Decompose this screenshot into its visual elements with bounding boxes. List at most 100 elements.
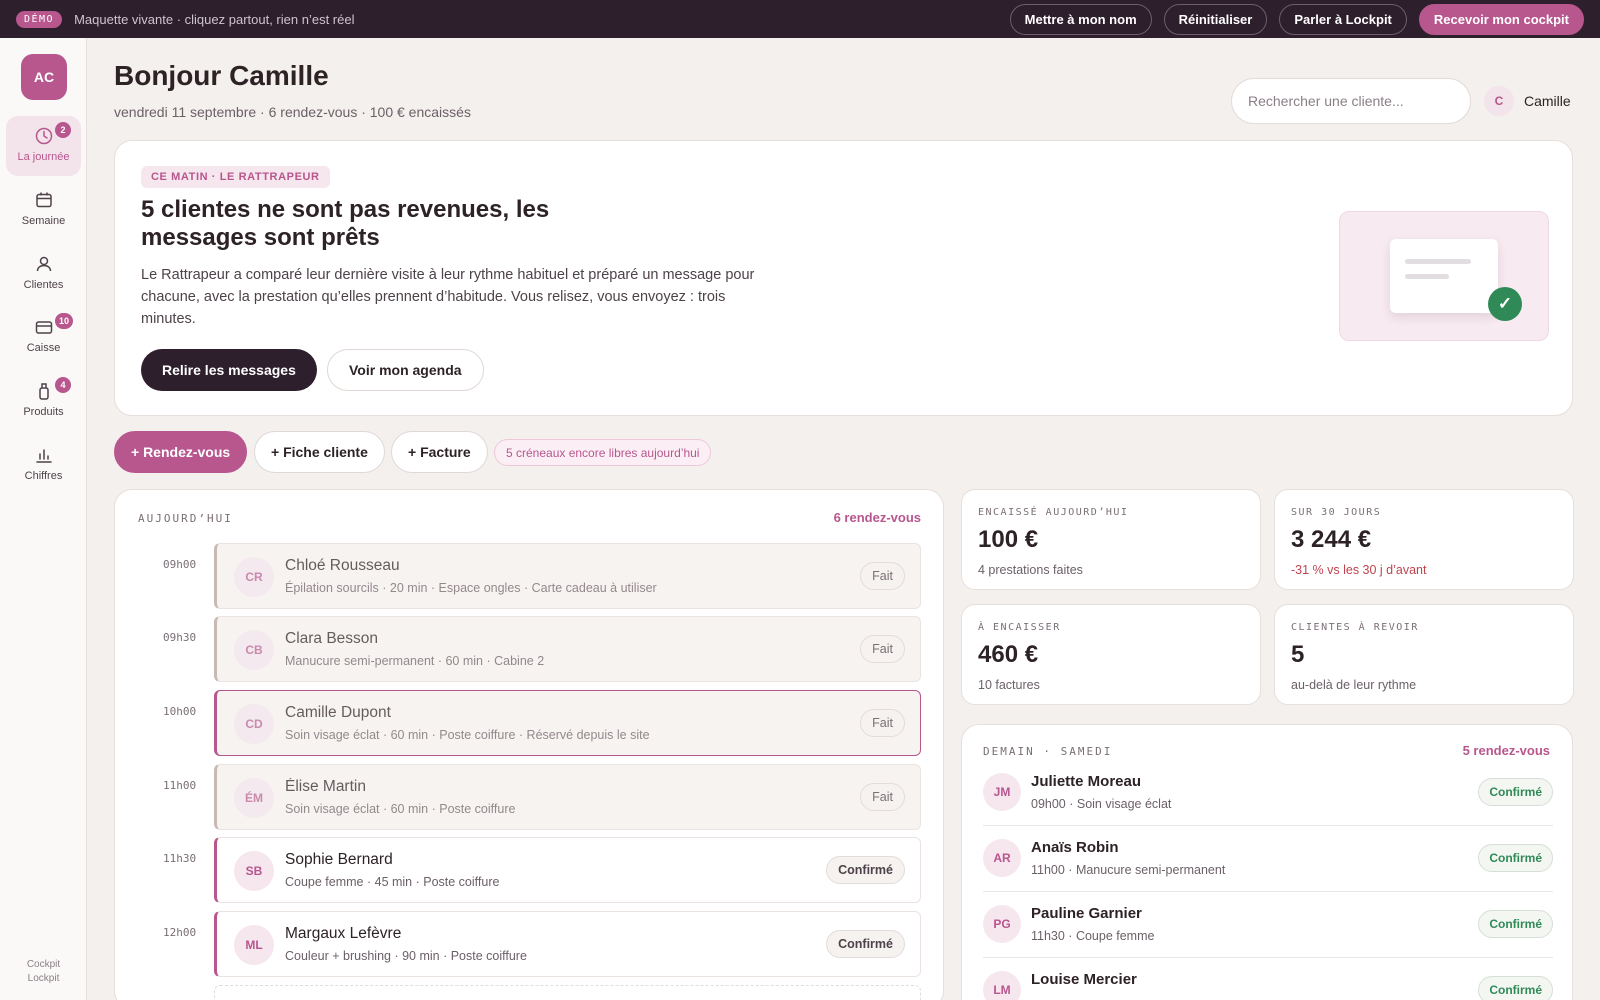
sidebar-item-journee[interactable]: 2 La journée [6,116,81,176]
illustration-line [1405,274,1449,279]
sidebar-item-label: Chiffres [24,470,63,482]
kpi-label: SUR 30 JOURS [1291,507,1382,518]
new-client-button[interactable]: + Fiche cliente [254,431,385,473]
list-item[interactable]: AR Anaïs Robin 11h00 · Manucure semi-per… [983,826,1553,892]
status-badge[interactable]: Fait [860,783,905,811]
footer-line: Cockpit [26,959,61,970]
message-illustration: ✓ [1339,211,1549,341]
slot-time: 10h00 [163,705,197,718]
slot-time: 11h30 [163,852,197,865]
reset-button[interactable]: Réinitialiser [1163,3,1268,35]
client-name: Anaïs Robin [1031,839,1119,856]
day-summary: vendredi 11 septembre · 6 rendez-vous · … [114,104,471,120]
kpi-card-to-collect[interactable]: À ENCAISSER 460 € 10 factures [961,604,1261,705]
appointment-row[interactable]: ML Margaux Lefèvre Couleur + brushing · … [214,911,921,977]
kpi-card-today[interactable]: ENCAISSÉ AUJOURD’HUI 100 € 4 prestations… [961,489,1261,590]
empty-slot[interactable] [214,985,921,1000]
today-schedule: AUJOURD’HUI 6 rendez-vous 09h00 CR Chloé… [114,489,944,1000]
sidebar-item-caisse[interactable]: 10 Caisse [6,307,81,367]
sidebar-item-label: Clientes [23,279,64,291]
status-badge[interactable]: Confirmé [826,930,905,958]
kpi-value: 100 € [978,526,1039,553]
sidebar: AC 2 La journée Semaine Clientes 10 Cais… [0,38,87,1000]
kpi-value: 460 € [978,641,1039,668]
hero-title: 5 clientes ne sont pas revenues, les mes… [141,196,550,251]
status-badge[interactable]: Confirmé [1478,910,1553,938]
kpi-card-30-days[interactable]: SUR 30 JOURS 3 244 € -31 % vs les 30 j d… [1274,489,1574,590]
slot-time: 09h00 [163,558,197,571]
new-invoice-button[interactable]: + Facture [391,431,488,473]
avatar: LM [983,971,1021,1000]
status-badge[interactable]: Fait [860,635,905,663]
slot-time: 09h30 [163,631,197,644]
avatar: SB [234,851,274,891]
sidebar-badge: 10 [55,313,74,329]
user-menu[interactable]: C Camille [1484,86,1571,116]
status-badge[interactable]: Fait [860,562,905,590]
sidebar-item-chiffres[interactable]: Chiffres [6,435,81,495]
sidebar-item-semaine[interactable]: Semaine [6,180,81,240]
section-heading: DEMAIN · SAMEDI [983,745,1113,758]
new-appointment-button[interactable]: + Rendez-vous [114,431,248,473]
illustration-line [1405,259,1471,264]
kpi-subtext: 4 prestations faites [978,563,1083,577]
avatar: PG [983,905,1021,943]
client-name: Chloé Rousseau [285,557,400,574]
avatar: CB [234,630,274,670]
status-badge[interactable]: Confirmé [826,856,905,884]
appointment-row[interactable]: CR Chloé Rousseau Épilation sourcils · 2… [214,543,921,609]
sidebar-item-label: La journée [17,151,70,163]
status-badge[interactable]: Confirmé [1478,778,1553,806]
client-name: Margaux Lefèvre [285,925,402,942]
clock-icon [35,127,52,145]
status-badge[interactable]: Confirmé [1478,844,1553,872]
appointment-row[interactable]: CB Clara Besson Manucure semi-permanent … [214,616,921,682]
sidebar-item-label: Caisse [26,342,61,354]
avatar: ML [234,925,274,965]
sidebar-item-produits[interactable]: 4 Produits [6,371,81,431]
status-badge[interactable]: Fait [860,709,905,737]
view-agenda-button[interactable]: Voir mon agenda [327,349,484,391]
appointment-count: 5 rendez-vous [1462,743,1550,758]
register-icon [35,321,52,334]
avatar: CD [234,704,274,744]
client-name: Camille Dupont [285,704,391,721]
appointment-detail: Soin visage éclat · 60 min · Poste coiff… [285,728,650,742]
demo-bar: DÉMO Maquette vivante · cliquez partout,… [0,0,1600,38]
free-slots-badge[interactable]: 5 créneaux encore libres aujourd’hui [494,439,712,466]
kpi-subtext: au-delà de leur rythme [1291,678,1417,692]
kpi-card-clients-to-see[interactable]: CLIENTES À REVOIR 5 au-delà de leur ryth… [1274,604,1574,705]
demo-badge: DÉMO [16,10,63,28]
sidebar-badge: 4 [55,377,71,393]
appointment-row[interactable]: ÉM Élise Martin Soin visage éclat · 60 m… [214,764,921,830]
list-item[interactable]: LM Louise Mercier Confirmé [983,958,1553,1000]
review-messages-button[interactable]: Relire les messages [141,349,317,391]
kpi-label: À ENCAISSER [978,622,1061,633]
get-cockpit-button[interactable]: Recevoir mon cockpit [1418,3,1584,35]
rattrapeur-card: CE MATIN · LE RATTRAPEUR 5 clientes ne s… [114,140,1573,416]
appointment-row[interactable]: CD Camille Dupont Soin visage éclat · 60… [214,690,921,756]
appointment-detail: Manucure semi-permanent · 60 min · Cabin… [285,654,545,668]
sidebar-item-clientes[interactable]: Clientes [6,244,81,304]
kpi-label: ENCAISSÉ AUJOURD’HUI [978,507,1129,518]
appointment-row[interactable]: SB Sophie Bernard Coupe femme · 45 min ·… [214,837,921,903]
client-name: Élise Martin [285,778,366,795]
list-item[interactable]: PG Pauline Garnier 11h30 · Coupe femme C… [983,892,1553,958]
status-badge[interactable]: Confirmé [1478,976,1553,1000]
footer-line: Lockpit [27,973,60,984]
check-icon: ✓ [1488,287,1522,321]
client-name: Clara Besson [285,630,379,647]
appointment-count: 6 rendez-vous [833,510,921,525]
hero-eyebrow: CE MATIN · LE RATTRAPEUR [141,166,330,188]
rename-button[interactable]: Mettre à mon nom [1009,3,1152,35]
app-logo[interactable]: AC [21,54,67,100]
kpi-subtext: -31 % vs les 30 j d’avant [1291,563,1427,577]
contact-lockpit-button[interactable]: Parler à Lockpit [1279,3,1407,35]
list-item[interactable]: JM Juliette Moreau 09h00 · Soin visage é… [983,760,1553,826]
slot-time: 11h00 [163,779,197,792]
appointment-detail: Coupe femme · 45 min · Poste coiffure [285,875,500,889]
page-title: Bonjour Camille [114,60,329,91]
user-name: Camille [1524,93,1571,109]
client-search-input[interactable] [1231,78,1471,124]
sidebar-item-label: Semaine [21,215,66,227]
